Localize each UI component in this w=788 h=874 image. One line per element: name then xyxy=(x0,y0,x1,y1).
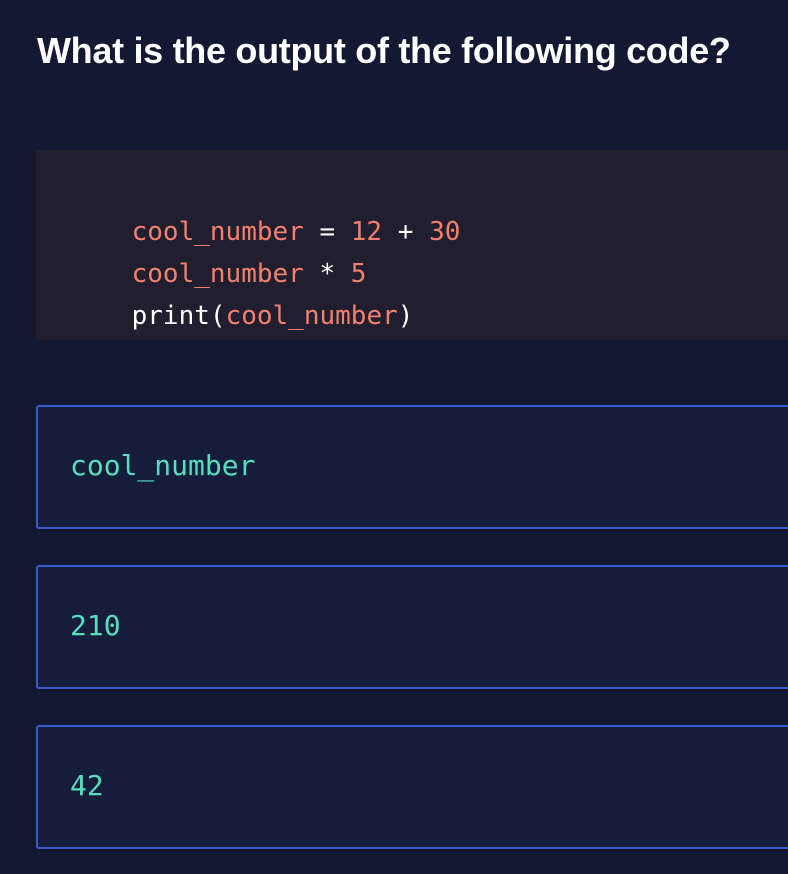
answer-option-label: 210 xyxy=(70,609,121,642)
code-token: cool_number xyxy=(225,301,398,331)
answer-option-label: cool_number xyxy=(70,449,256,482)
code-token: ( xyxy=(209,301,226,331)
code-token: 30 xyxy=(429,217,461,247)
code-block: cool_number = 12 + 30 cool_number * 5 pr… xyxy=(36,150,788,340)
answer-option-42[interactable]: 42 xyxy=(36,725,788,849)
answer-option-label: 42 xyxy=(70,769,104,802)
code-token: ) xyxy=(397,301,414,331)
code-line-3: print(cool_number) xyxy=(69,271,414,361)
question-title: What is the output of the following code… xyxy=(37,30,731,71)
code-token: + xyxy=(382,217,430,247)
code-token: print xyxy=(131,301,210,331)
answer-option-cool-number[interactable]: cool_number xyxy=(36,405,788,529)
answer-option-210[interactable]: 210 xyxy=(36,565,788,689)
